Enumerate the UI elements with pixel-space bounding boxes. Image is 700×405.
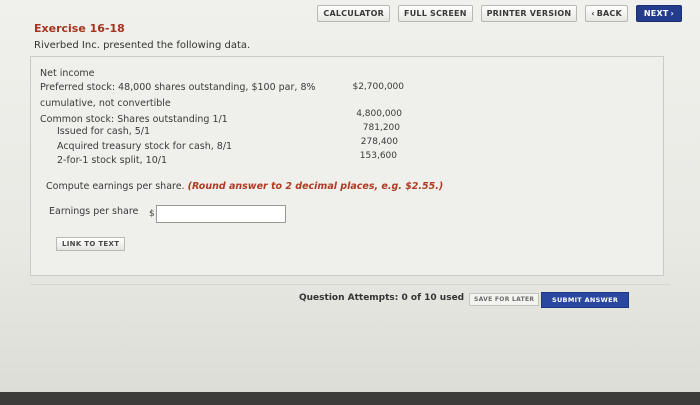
exercise-title: Exercise 16-18 — [34, 22, 125, 35]
bottom-edge — [0, 392, 700, 405]
save-for-later-button[interactable]: SAVE FOR LATER — [469, 293, 540, 306]
link-to-text-button[interactable]: LINK TO TEXT — [56, 237, 126, 251]
back-button[interactable]: BACK — [585, 5, 628, 22]
eps-label: Earnings per share — [49, 206, 139, 217]
data-row-label: Preferred stock: 48,000 shares outstandi… — [40, 82, 316, 93]
data-row-amount: 4,800,000 — [356, 109, 402, 119]
data-row-label: Issued for cash, 5/1 — [57, 126, 151, 137]
question-instruction: Compute earnings per share. (Round answe… — [46, 181, 443, 192]
divider — [30, 284, 670, 285]
rounding-hint: (Round answer to 2 decimal places, e.g. … — [187, 181, 444, 192]
submit-answer-button[interactable]: SUBMIT ANSWER — [541, 292, 630, 308]
data-row-label: cumulative, not convertible — [40, 98, 171, 109]
data-row-amount: 153,600 — [359, 151, 397, 161]
eps-currency-symbol: $ — [149, 209, 155, 219]
data-row-label: Net income — [40, 68, 95, 79]
eps-input[interactable] — [156, 205, 286, 223]
data-row-label: 2-for-1 stock split, 10/1 — [57, 155, 168, 166]
question-text: Compute earnings per share. — [46, 181, 185, 192]
data-row-label: Common stock: Shares outstanding 1/1 — [40, 114, 228, 125]
data-row-label: Acquired treasury stock for cash, 8/1 — [57, 141, 233, 152]
exercise-intro: Riverbed Inc. presented the following da… — [34, 40, 251, 51]
next-button[interactable]: NEXT — [635, 5, 682, 22]
full-screen-button[interactable]: FULL SCREEN — [398, 5, 473, 22]
data-row-amount: 278,400 — [360, 137, 398, 147]
screen: CALCULATOR FULL SCREEN PRINTER VERSION B… — [0, 0, 700, 405]
data-row-amount: 781,200 — [362, 123, 400, 133]
calculator-button[interactable]: CALCULATOR — [317, 5, 391, 22]
toolbar: CALCULATOR FULL SCREEN PRINTER VERSION B… — [317, 5, 682, 22]
data-row-amount: $2,700,000 — [352, 82, 404, 92]
printer-version-button[interactable]: PRINTER VERSION — [480, 5, 578, 22]
question-attempts: Question Attempts: 0 of 10 used — [299, 293, 465, 303]
